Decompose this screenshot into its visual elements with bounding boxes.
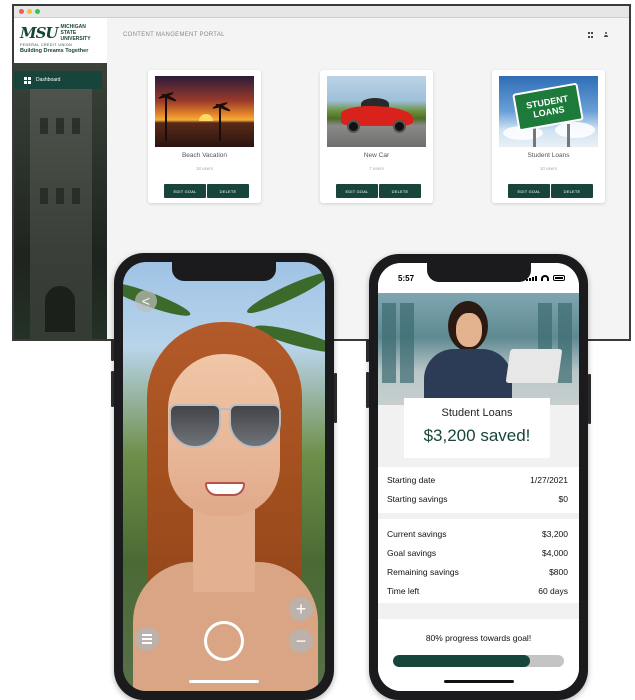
delete-button[interactable]: DELETE [551,184,593,198]
row-label: Time left [387,586,420,596]
progress-label: 80% progress towards goal! [425,633,532,643]
close-window-button[interactable] [19,9,24,14]
goal-card-student-loans: STUDENT LOANS Student Loans 10 users EDI… [492,70,605,203]
zoom-out-button[interactable]: − [289,629,313,653]
logo-subtitle: FEDERAL CREDIT UNION [20,43,73,47]
goal-screen: 5:57 Student Loans $3,200 saved! Startin… [378,263,579,691]
edit-goal-button[interactable]: EDIT GOAL [336,184,378,198]
row-value: $0 [558,494,568,504]
back-button[interactable]: < [135,290,157,312]
beach-sunset-image [155,76,254,147]
goal-card-new-car: New Car 7 users EDIT GOAL DELETE [320,70,433,203]
msu-logo: MSU MICHIGAN STATE UNIVERSITY FEDERAL CR… [14,18,107,63]
page-title: CONTENT MANGEMENT PORTAL [123,32,225,38]
sidebar-item-dashboard[interactable]: Dashboard [14,71,102,89]
apps-grid-icon[interactable] [588,32,593,38]
delete-button[interactable]: DELETE [379,184,421,198]
user-icon[interactable] [603,32,609,38]
battery-icon [553,275,565,281]
progress-bar [393,655,564,667]
shutter-button[interactable] [204,621,244,661]
card-users: 10 users [539,166,558,171]
tower-arch [45,286,75,332]
minimize-window-button[interactable] [27,9,32,14]
row-value: $800 [549,567,568,577]
info-row: Time left 60 days [387,586,568,596]
edit-goal-button[interactable]: EDIT GOAL [508,184,550,198]
logo-tagline: Building Dreams Together [20,48,89,54]
card-title: Beach Vacation [181,152,228,159]
logo-brand: MSU [20,24,59,42]
sidebar: MSU MICHIGAN STATE UNIVERSITY FEDERAL CR… [14,18,107,339]
goal-card-beach-vacation: Beach Vacation 18 users EDIT GOAL DELETE [148,70,261,203]
info-row: Starting savings $0 [387,494,568,504]
row-value: 1/27/2021 [530,475,568,485]
red-car-image [327,76,426,147]
info-row: Remaining savings $800 [387,567,568,577]
card-title: New Car [363,152,390,159]
row-label: Current savings [387,529,447,539]
row-value: 60 days [538,586,568,596]
status-time: 5:57 [398,274,415,283]
wifi-icon [541,275,549,281]
info-row: Current savings $3,200 [387,529,568,539]
goal-title: Student Loans [441,407,513,419]
progress-bar-fill [393,655,530,667]
row-value: $3,200 [542,529,568,539]
info-row: Goal savings $4,000 [387,548,568,558]
logo-line3: UNIVERSITY [60,36,91,42]
home-indicator[interactable] [189,680,259,683]
camera-phone: < + − [111,253,337,700]
goal-header: Student Loans $3,200 saved! [404,398,550,458]
row-label: Starting date [387,475,436,485]
card-users: 18 users [195,166,214,171]
saved-amount: $3,200 saved! [423,426,531,445]
student-photo [378,293,579,405]
row-label: Remaining savings [387,567,459,577]
savings-info-section: Current savings $3,200 Goal savings $4,0… [378,519,579,603]
maximize-window-button[interactable] [35,9,40,14]
delete-button[interactable]: DELETE [207,184,249,198]
card-title: Student Loans [527,152,570,159]
laptop [505,349,563,383]
row-label: Starting savings [387,494,448,504]
dashboard-icon [24,76,31,84]
zoom-in-button[interactable]: + [289,597,313,621]
edit-goal-button[interactable]: EDIT GOAL [164,184,206,198]
phone-notch [426,263,531,282]
goal-phone: 5:57 Student Loans $3,200 saved! Startin… [366,254,591,700]
start-info-section: Starting date 1/27/2021 Starting savings… [378,467,579,513]
window-titlebar [14,6,629,18]
card-users: 7 users [369,166,384,171]
phone-notch [172,262,276,281]
home-indicator[interactable] [443,680,514,683]
camera-screen: < + − [123,262,325,691]
row-label: Goal savings [387,548,437,558]
sidebar-item-label: Dashboard [36,77,61,83]
smile [205,482,245,496]
student-loans-sign-image: STUDENT LOANS [499,76,598,147]
menu-button[interactable] [135,627,159,651]
row-value: $4,000 [542,548,568,558]
info-row: Starting date 1/27/2021 [387,475,568,485]
